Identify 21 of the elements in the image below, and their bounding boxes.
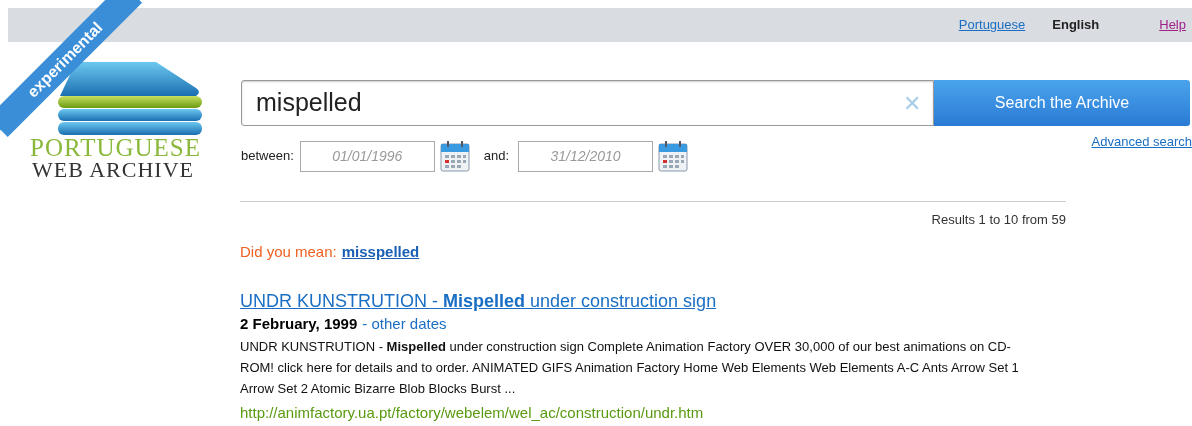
advanced-search-link[interactable]: Advanced search xyxy=(1091,132,1192,152)
date-field[interactable]: 31/12/2010 xyxy=(518,140,654,172)
calendar-icon[interactable] xyxy=(439,140,470,172)
suggestion-link[interactable]: misspelled xyxy=(341,241,420,264)
calendar-icon[interactable] xyxy=(658,140,689,172)
result-url: http://animfactory.ua.pt/factory/webelem/wel_ac/construction/undr.htm xyxy=(240,403,705,423)
results-count: Results 1 to 10 from 59 xyxy=(931,212,1066,227)
logo-text: WEB ARCHIVE xyxy=(31,159,195,181)
result-date: 2 February, 1999 xyxy=(240,314,358,334)
search-button[interactable]: Search the Archive xyxy=(934,80,1190,126)
help-link[interactable]: Help xyxy=(1159,15,1186,35)
date-label: and: xyxy=(483,147,510,166)
other-dates-link[interactable]: - other dates xyxy=(362,313,447,335)
result-snippet: UNDR KUNSTRUTION - Mispelled under construction sign Complete Animation Factory OVER 30,000 of our best animations on CD-ROM! click here for details and to order. ANIMATED GIFS Animation Factory Home Web Elements Web Elements A-C Ants Arrow Set 1 Arrow Set 2 Atomic Bizarre Blob Blocks Burst ... xyxy=(240,338,1020,398)
search-field[interactable]: mispelled ✕ xyxy=(241,80,934,126)
language-link[interactable]: English xyxy=(1052,15,1100,35)
language-link[interactable]: Portuguese xyxy=(958,15,1026,35)
suggestion-label: Did you mean: xyxy=(240,242,337,262)
result-title-link[interactable]: UNDR KUNSTRUTION - Mispelled under construction sign xyxy=(240,289,717,313)
date-field[interactable]: 01/01/1996 xyxy=(299,140,435,172)
date-label: between: xyxy=(241,147,294,166)
